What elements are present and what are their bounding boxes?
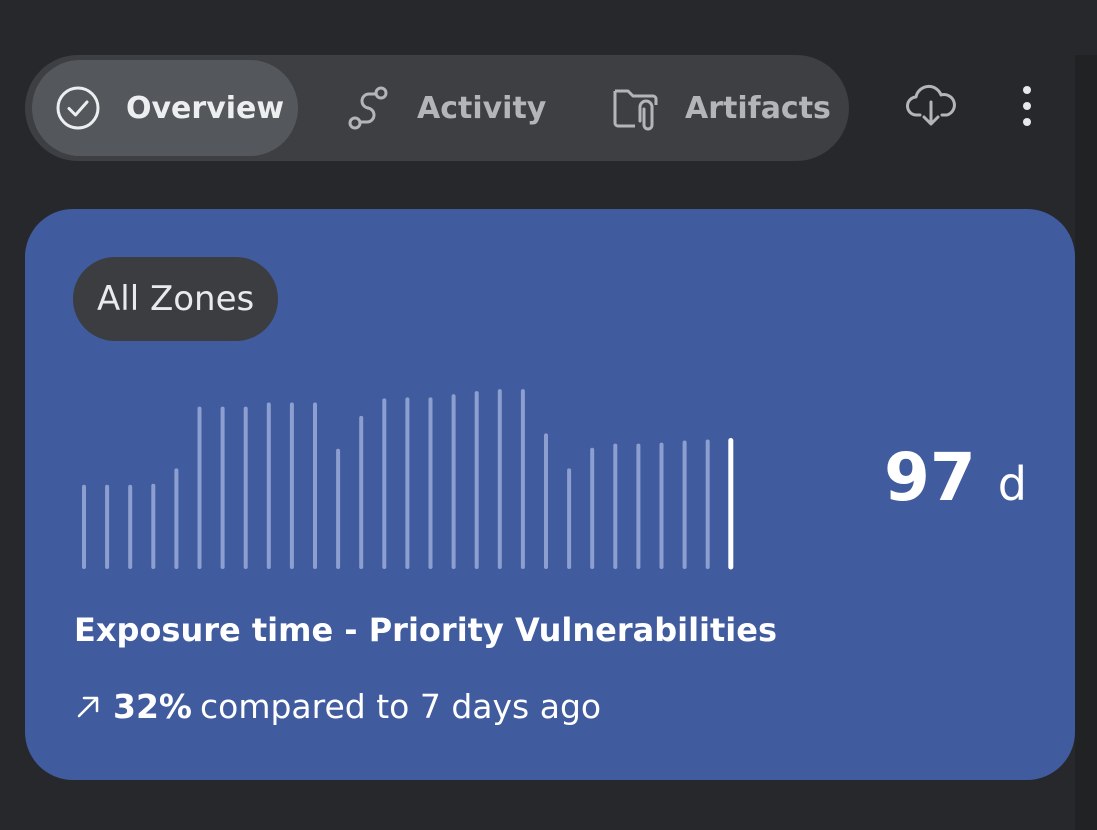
metric-value: 97	[883, 439, 976, 516]
app-window: Overview Activity Artifacts All Zones 97…	[0, 0, 1097, 830]
exposure-sparkline	[82, 389, 734, 570]
more-vertical-icon	[1021, 84, 1033, 132]
metric-unit: d	[997, 457, 1027, 511]
cloud-download-icon	[906, 82, 956, 134]
exposure-metric: 97 d	[884, 439, 1027, 516]
tab-overview[interactable]: Overview	[32, 60, 298, 156]
zone-filter-chip[interactable]: All Zones	[73, 257, 279, 341]
download-button[interactable]	[903, 80, 959, 136]
tab-activity[interactable]: Activity	[347, 60, 546, 156]
scrollbar[interactable]	[1075, 55, 1097, 830]
trend-percent: 32%	[113, 687, 192, 726]
arrow-up-right-icon	[75, 694, 101, 720]
check-circle-icon	[55, 85, 101, 131]
route-icon	[347, 85, 391, 131]
trend-line: 32% compared to 7 days ago	[75, 687, 601, 726]
exposure-card[interactable]: All Zones 97 d Exposure time - Priority …	[25, 209, 1075, 780]
more-options-button[interactable]	[1004, 80, 1050, 136]
card-title: Exposure time - Priority Vulnerabilities	[74, 611, 778, 649]
trend-text: compared to 7 days ago	[200, 687, 602, 726]
tab-bar: Overview Activity Artifacts	[25, 55, 849, 161]
tab-label: Overview	[126, 90, 285, 126]
tab-artifacts[interactable]: Artifacts	[611, 60, 831, 156]
folder-attachment-icon	[611, 85, 661, 131]
tab-label: Activity	[417, 90, 547, 126]
tab-label: Artifacts	[685, 90, 831, 126]
top-strip	[0, 0, 1097, 54]
